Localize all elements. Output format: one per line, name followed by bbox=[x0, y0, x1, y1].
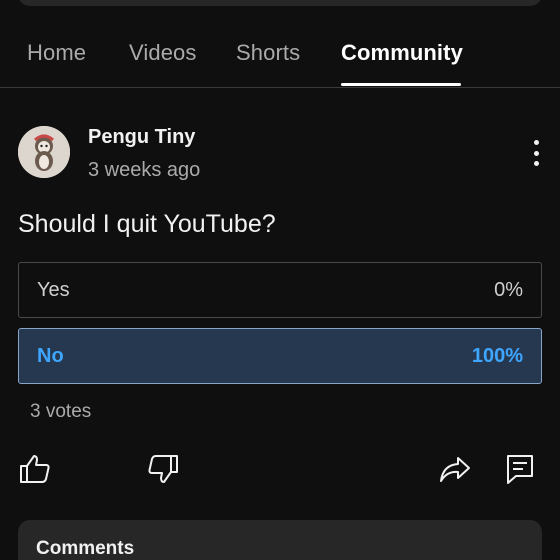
avatar[interactable] bbox=[18, 126, 70, 178]
comments-title: Comments bbox=[36, 538, 135, 559]
poll-option-percent: 0% bbox=[494, 278, 523, 301]
thumbs-down-icon[interactable] bbox=[146, 452, 180, 486]
poll-option-percent: 100% bbox=[471, 344, 523, 367]
poll-option-label: No bbox=[37, 344, 64, 367]
header-search-box[interactable] bbox=[18, 0, 542, 6]
tab-videos[interactable]: Videos bbox=[129, 40, 196, 66]
tab-shorts[interactable]: Shorts bbox=[236, 40, 300, 66]
poll-question: Should I quit YouTube? bbox=[18, 210, 276, 238]
comment-icon[interactable] bbox=[503, 452, 537, 486]
poll-option-label: Yes bbox=[37, 278, 70, 301]
tab-home[interactable]: Home bbox=[27, 40, 86, 66]
vote-count: 3 votes bbox=[30, 401, 92, 422]
share-icon[interactable] bbox=[438, 452, 472, 486]
active-tab-indicator bbox=[341, 83, 461, 86]
channel-tabs: Home Videos Shorts Community bbox=[0, 24, 560, 88]
more-vertical-icon[interactable] bbox=[524, 138, 548, 168]
thumbs-up-icon[interactable] bbox=[18, 452, 52, 486]
community-page: Home Videos Shorts Community Pengu Tiny … bbox=[0, 0, 560, 560]
poll-option-yes[interactable]: Yes 0% bbox=[18, 262, 542, 318]
comments-section[interactable]: Comments bbox=[18, 520, 542, 560]
post-author[interactable]: Pengu Tiny bbox=[88, 126, 195, 149]
avatar-image bbox=[18, 126, 70, 178]
poll-option-no[interactable]: No 100% bbox=[18, 328, 542, 384]
post-time: 3 weeks ago bbox=[88, 159, 201, 181]
tab-community[interactable]: Community bbox=[341, 40, 463, 66]
